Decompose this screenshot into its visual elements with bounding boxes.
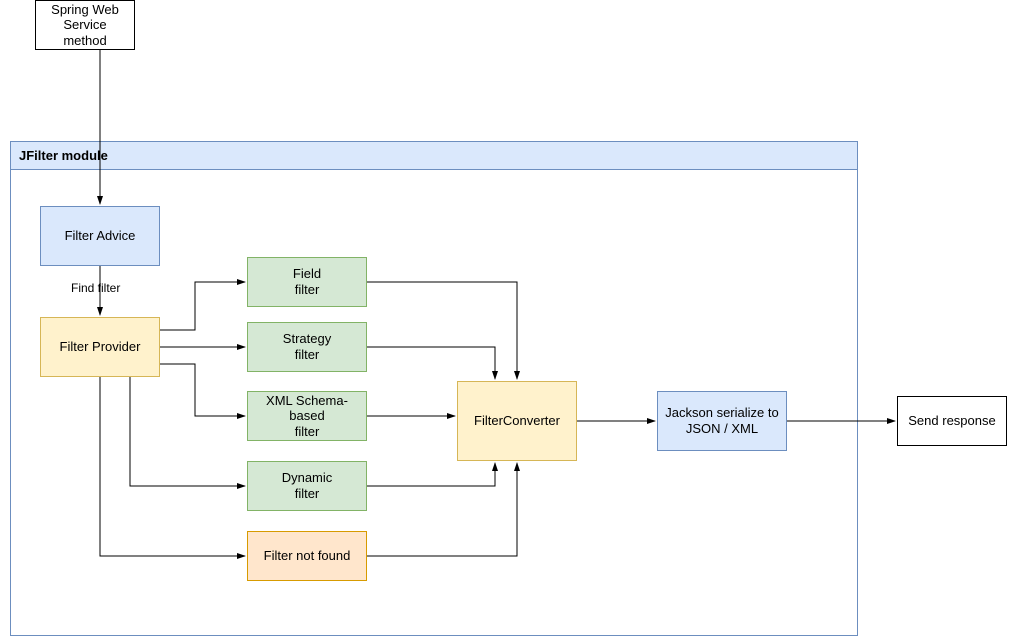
- find-filter-label: Find filter: [71, 281, 120, 295]
- filter-converter-box: FilterConverter: [457, 381, 577, 461]
- field-filter-box: Field filter: [247, 257, 367, 307]
- filter-provider-box: Filter Provider: [40, 317, 160, 377]
- filter-advice-box: Filter Advice: [40, 206, 160, 266]
- send-response-box: Send response: [897, 396, 1007, 446]
- filter-not-found-box: Filter not found: [247, 531, 367, 581]
- spring-ws-box: Spring Web Service method: [35, 0, 135, 50]
- xml-filter-box: XML Schema-based filter: [247, 391, 367, 441]
- module-title: JFilter module: [11, 142, 857, 170]
- dynamic-filter-box: Dynamic filter: [247, 461, 367, 511]
- jackson-box: Jackson serialize to JSON / XML: [657, 391, 787, 451]
- strategy-filter-box: Strategy filter: [247, 322, 367, 372]
